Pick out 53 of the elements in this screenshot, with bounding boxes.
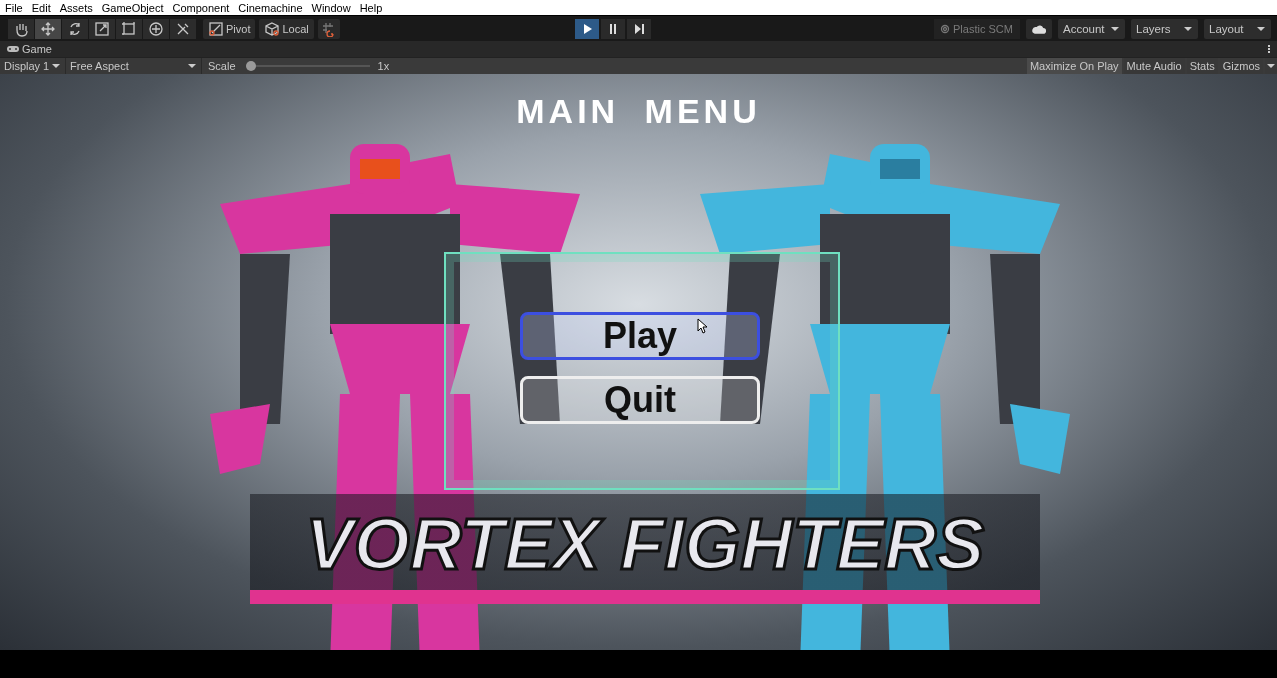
game-logo: VORTEX FIGHTERS [250, 494, 1040, 604]
tool-button[interactable] [8, 18, 34, 39]
game-tab[interactable]: Game [0, 43, 52, 55]
caret-icon [187, 63, 197, 69]
dropdown[interactable]: Account [1058, 18, 1125, 39]
tool-button[interactable] [116, 18, 142, 39]
step-icon [632, 21, 646, 36]
gamepad-icon [6, 44, 20, 54]
grid-snap-button[interactable] [317, 18, 340, 39]
menu-item[interactable]: GameObject [101, 1, 164, 14]
pivot-icon [208, 20, 224, 37]
menu-item[interactable]: File [5, 1, 23, 14]
tool-button[interactable] [89, 18, 115, 39]
handle-toggle[interactable]: Pivot [203, 18, 256, 39]
rect-icon [121, 20, 137, 37]
tool-button[interactable] [143, 18, 169, 39]
dropdown[interactable]: Layout [1204, 18, 1271, 39]
scale-icon [94, 20, 110, 37]
dropdown[interactable]: Layers [1131, 18, 1198, 39]
mouse-cursor-icon [697, 318, 709, 334]
menu-item[interactable]: Component [172, 1, 230, 14]
tool-button[interactable] [35, 18, 61, 39]
menu-button[interactable]: Play [520, 312, 760, 360]
play-button[interactable] [575, 18, 599, 39]
cube-icon [264, 20, 281, 37]
transform-icon [148, 20, 164, 37]
scale-label: Scale [208, 60, 236, 72]
pause-button[interactable] [601, 18, 625, 39]
slider-thumb[interactable] [245, 61, 256, 71]
rotate-icon [67, 20, 83, 37]
tool-button[interactable] [170, 18, 196, 39]
caret-icon [1110, 25, 1120, 32]
move-icon [40, 20, 56, 37]
menu-item[interactable]: Cinemachine [238, 1, 303, 14]
menu-item[interactable]: Help [359, 1, 383, 14]
step-button[interactable] [627, 18, 651, 39]
menu-item[interactable]: Edit [31, 1, 51, 14]
scale-reading: 1x [377, 60, 390, 72]
toolbar-toggle[interactable]: Maximize On Play [1026, 58, 1122, 74]
caret-icon [1256, 25, 1266, 32]
caret-icon [1266, 63, 1276, 69]
handle-toggle[interactable]: Local [259, 18, 314, 39]
tool-button[interactable] [62, 18, 88, 39]
cloud-button[interactable] [1026, 18, 1052, 39]
more-options-icon[interactable] [1268, 45, 1271, 53]
grid-snap-icon [320, 20, 337, 37]
menu-item[interactable]: Assets [59, 1, 93, 14]
menu-button[interactable]: Quit [520, 376, 760, 424]
menu-title: MAIN MENU [515, 92, 762, 131]
menu-item[interactable]: Window [311, 1, 351, 14]
caret-icon [1183, 25, 1193, 32]
scale-slider[interactable] [245, 61, 370, 71]
caret-icon [51, 63, 61, 69]
